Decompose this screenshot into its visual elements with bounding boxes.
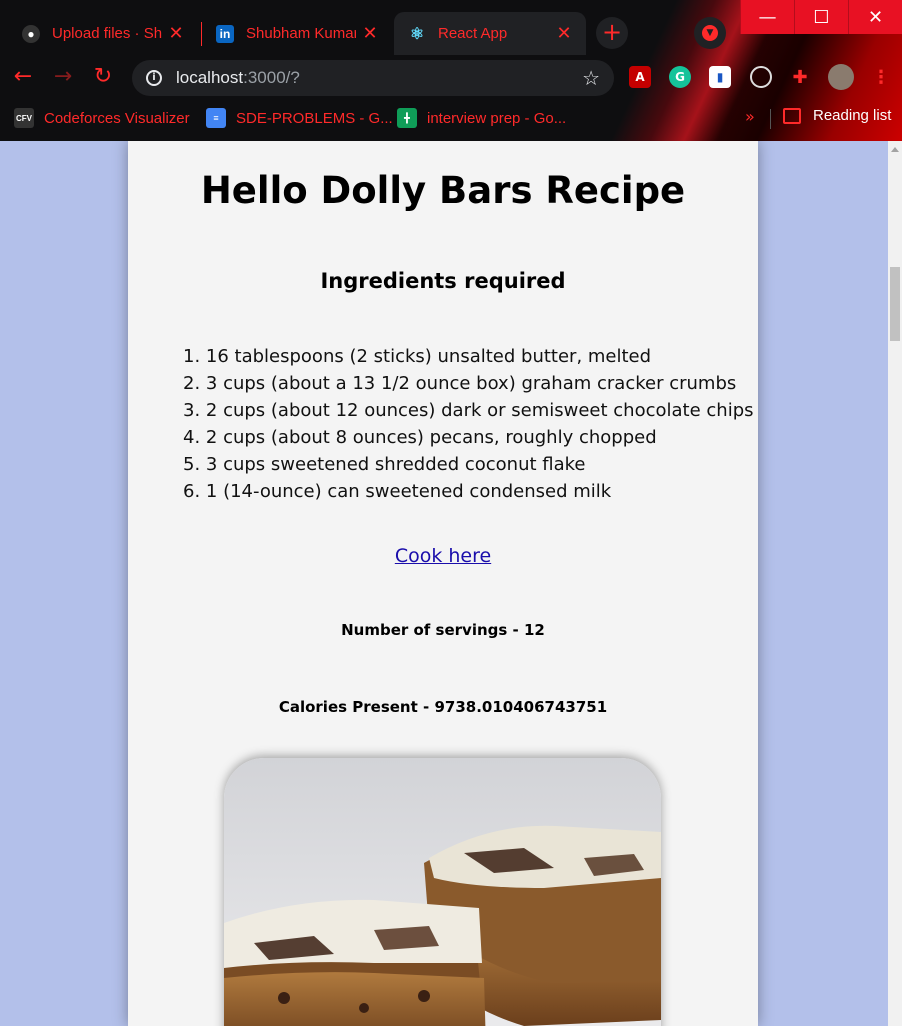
- scroll-up-arrow-icon[interactable]: [891, 147, 899, 152]
- bookmark-label: Codeforces Visualizer: [44, 109, 190, 127]
- bookmark-interview-prep[interactable]: ╋ interview prep - Go...: [397, 107, 566, 129]
- forward-button[interactable]: →: [48, 63, 78, 93]
- extension-badge-icon[interactable]: [750, 66, 772, 88]
- ingredient-item: 3. 2 cups (about 12 ounces) dark or semi…: [183, 400, 754, 421]
- url-host: localhost: [176, 68, 244, 87]
- profile-avatar[interactable]: [828, 64, 854, 90]
- new-tab-button[interactable]: +: [596, 17, 628, 49]
- chevron-down-icon: ▼: [702, 25, 718, 41]
- close-icon[interactable]: ✕: [556, 23, 572, 44]
- github-icon: ●: [22, 24, 40, 43]
- react-icon: ⚛: [409, 25, 425, 43]
- ingredients-list: 1. 16 tablespoons (2 sticks) unsalted bu…: [183, 343, 754, 505]
- menu-kebab-icon[interactable]: ⋮: [870, 66, 892, 88]
- reading-list-button[interactable]: Reading list: [783, 107, 891, 124]
- window-controls: — ☐ ✕: [740, 0, 902, 34]
- tab-upload-files[interactable]: ● Upload files · Shu ✕: [8, 12, 198, 55]
- tab-react-app[interactable]: ⚛ React App ✕: [394, 12, 586, 55]
- grammarly-extension-icon[interactable]: G: [669, 66, 691, 88]
- tab-title: Upload files · Shu: [52, 25, 162, 42]
- bookmarks-separator: [770, 109, 771, 129]
- close-window-button[interactable]: ✕: [848, 0, 902, 34]
- minimize-button[interactable]: —: [740, 0, 794, 34]
- close-icon[interactable]: ✕: [168, 23, 184, 44]
- recipe-photo: [224, 758, 661, 1026]
- scroll-thumb[interactable]: [890, 267, 900, 341]
- linkedin-icon: in: [216, 24, 234, 43]
- address-bar[interactable]: i localhost:3000/? ☆: [132, 60, 614, 96]
- dolly-bars-image: [224, 758, 661, 1026]
- bookmark-star-icon[interactable]: ☆: [582, 66, 600, 90]
- ingredient-item: 6. 1 (14-ounce) can sweetened condensed …: [183, 481, 612, 502]
- maximize-button[interactable]: ☐: [794, 0, 848, 34]
- toolbar: ← → ↻ i localhost:3000/? ☆ A G ▮ ✚ ⋮: [0, 55, 902, 100]
- more-bookmarks-button[interactable]: »: [745, 107, 755, 126]
- bookmark-label: SDE-PROBLEMS - G...: [236, 109, 393, 127]
- tab-linkedin[interactable]: in Shubham Kumar ✕: [202, 12, 392, 55]
- servings-text: Number of servings - 12: [341, 621, 545, 639]
- calories-text: Calories Present - 9738.010406743751: [278, 698, 608, 716]
- docs-icon: ≡: [206, 108, 226, 128]
- url-path: :3000/?: [243, 68, 300, 87]
- bookmarks-bar: CFV Codeforces Visualizer ≡ SDE-PROBLEMS…: [0, 100, 902, 136]
- back-button[interactable]: ←: [8, 63, 38, 93]
- ingredient-item: 2. 3 cups (about a 13 1/2 ounce box) gra…: [183, 373, 737, 394]
- puzzle-extensions-icon[interactable]: ✚: [789, 66, 811, 88]
- reading-list-icon: [783, 107, 801, 124]
- info-icon[interactable]: i: [146, 70, 162, 86]
- bookmark-codeforces[interactable]: CFV Codeforces Visualizer: [14, 107, 190, 129]
- ingredient-item: 1. 16 tablespoons (2 sticks) unsalted bu…: [183, 346, 652, 367]
- cook-here-link[interactable]: Cook here: [395, 545, 491, 567]
- page-viewport: Hello Dolly Bars Recipe Ingredients requ…: [0, 141, 888, 1026]
- browser-chrome: ● Upload files · Shu ✕ in Shubham Kumar …: [0, 0, 902, 141]
- reading-list-label: Reading list: [813, 107, 892, 124]
- ingredient-item: 5. 3 cups sweetened shredded coconut fla…: [183, 454, 586, 475]
- recipe-card: Hello Dolly Bars Recipe Ingredients requ…: [128, 141, 758, 1026]
- cfv-icon: CFV: [14, 108, 34, 128]
- ingredients-heading: Ingredients required: [320, 269, 566, 293]
- tab-search-button[interactable]: ▼: [694, 17, 726, 49]
- tab-title: Shubham Kumar: [246, 25, 356, 42]
- tab-strip: ● Upload files · Shu ✕ in Shubham Kumar …: [0, 0, 902, 55]
- bookmark-label: interview prep - Go...: [427, 109, 567, 127]
- close-icon[interactable]: ✕: [362, 23, 378, 44]
- ingredient-item: 4. 2 cups (about 8 ounces) pecans, rough…: [183, 427, 657, 448]
- tab-title: React App: [438, 25, 508, 42]
- cook-link-container: Cook here: [128, 545, 758, 567]
- recipe-title: Hello Dolly Bars Recipe: [200, 169, 686, 212]
- bookmark-sde-problems[interactable]: ≡ SDE-PROBLEMS - G...: [206, 107, 393, 129]
- vertical-scrollbar[interactable]: [888, 141, 902, 1026]
- reload-button[interactable]: ↻: [88, 63, 118, 93]
- pdf-extension-icon[interactable]: A: [629, 66, 651, 88]
- sheets-icon: ╋: [397, 108, 417, 128]
- analytics-extension-icon[interactable]: ▮: [709, 66, 731, 88]
